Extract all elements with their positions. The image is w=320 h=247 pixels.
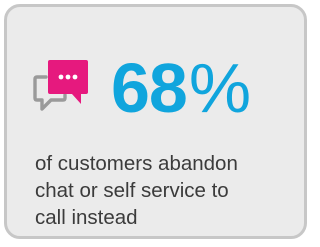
statistic-card: 68% of customers abandon chat or self se… [4,4,307,239]
dot [65,74,71,80]
caption-line: of customers abandon [35,152,238,175]
statistic-percent-sign: % [188,49,252,127]
statistic-number: 68 [111,49,188,127]
caption-line: chat or self service to [35,179,229,202]
statistic-caption: of customers abandon chat or self servic… [35,150,305,231]
statistic-value: 68% [111,50,251,126]
dot [58,74,64,80]
chat-bubbles-icon [33,60,88,111]
magenta-bubble [48,60,88,104]
dot [72,74,78,80]
caption-line: call instead [35,206,138,229]
